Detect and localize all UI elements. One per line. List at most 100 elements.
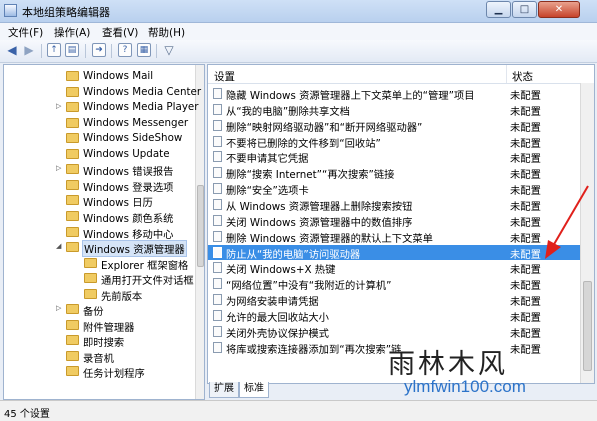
tree-item[interactable]: Windows 登录选项: [4, 178, 194, 194]
up-folder-icon[interactable]: ↑: [47, 43, 61, 57]
policy-row[interactable]: 隐藏 Windows 资源管理器上下文菜单上的“管理”项目 未配置: [208, 86, 580, 102]
back-arrow-icon[interactable]: ◀: [5, 43, 19, 58]
policy-setting-icon: [213, 246, 222, 258]
policy-tree-pane[interactable]: Windows Mail Windows Media Center ▷ Windows…: [3, 64, 205, 400]
tree-item[interactable]: Windows Messenger: [4, 116, 194, 132]
policy-name: 不要将已删除的文件移到“回收站”: [226, 137, 381, 150]
policy-settings-pane[interactable]: 设置 状态 隐藏 Windows 资源管理器上下文菜单上的“管理”项目 未配置 从“…: [207, 64, 595, 384]
policy-setting-icon: [213, 198, 222, 210]
folder-icon: [84, 257, 97, 268]
policy-name: 允许的最大回收站大小: [226, 311, 329, 324]
settings-scrollbar-thumb[interactable]: [583, 281, 592, 371]
tree-item[interactable]: 先前版本: [4, 287, 194, 303]
policy-row[interactable]: 关闭外壳协议保护模式 未配置: [208, 324, 580, 340]
tree-item[interactable]: 通用打开文件对话框: [4, 271, 194, 287]
policy-state: 未配置: [510, 153, 541, 166]
help-icon[interactable]: ?: [118, 43, 132, 57]
column-divider[interactable]: [506, 65, 507, 83]
policy-row[interactable]: 不要将已删除的文件移到“回收站” 未配置: [208, 134, 580, 150]
tree-item[interactable]: 任务计划程序: [4, 364, 194, 380]
menu-help[interactable]: 帮助(H): [148, 25, 185, 40]
menu-file[interactable]: 文件(F): [8, 25, 43, 40]
column-header-setting[interactable]: 设置: [214, 69, 235, 84]
policy-name: 隐藏 Windows 资源管理器上下文菜单上的“管理”项目: [226, 90, 475, 102]
policy-row[interactable]: 删除“安全”选项卡 未配置: [208, 181, 580, 197]
tree-item[interactable]: Windows 移动中心: [4, 225, 194, 241]
tree-item-label: 先前版本: [101, 290, 143, 303]
tree-item[interactable]: ▷ 备份: [4, 302, 194, 318]
policy-name: 不要申请其它凭据: [226, 153, 309, 166]
tree-scrollbar-thumb[interactable]: [197, 185, 204, 267]
tab-expand[interactable]: 扩展: [209, 382, 239, 398]
policy-state: 未配置: [510, 280, 541, 293]
policy-row[interactable]: “网络位置”中没有“我附近的计算机” 未配置: [208, 276, 580, 292]
policy-name: 关闭 Windows+X 热键: [226, 264, 336, 277]
tree-item-label: 备份: [83, 306, 104, 319]
tree-item[interactable]: Windows 日历: [4, 193, 194, 209]
tree-item[interactable]: 附件管理器: [4, 318, 194, 334]
policy-row[interactable]: 允许的最大回收站大小 未配置: [208, 308, 580, 324]
policy-name: 从“我的电脑”删除共享文档: [226, 105, 350, 118]
tree-item[interactable]: Windows Media Center: [4, 85, 201, 101]
policy-setting-icon: [213, 294, 222, 306]
close-button[interactable]: ✕: [538, 1, 580, 18]
menu-action[interactable]: 操作(A): [54, 25, 90, 40]
properties-icon[interactable]: ▦: [137, 43, 151, 57]
tree-item[interactable]: Windows 颜色系统: [4, 209, 194, 225]
policy-row[interactable]: 删除“搜索 Internet”“再次搜索”链接 未配置: [208, 165, 580, 181]
policy-setting-icon: [213, 214, 222, 226]
tree-item-label: 录音机: [83, 352, 114, 365]
tree-scrollbar[interactable]: [195, 65, 204, 399]
policy-row[interactable]: 删除“映射网络驱动器”和“断开网络驱动器” 未配置: [208, 118, 580, 134]
tree-expander-icon[interactable]: ▷: [56, 102, 61, 110]
tree-item[interactable]: ▷ Windows 错误报告: [4, 162, 194, 178]
tree-expander-icon[interactable]: ▷: [56, 304, 61, 312]
title-bar[interactable]: 本地组策略编辑器 ▁ □ ✕: [0, 0, 597, 23]
tree-item[interactable]: ▷ Windows Media Player: [4, 100, 198, 116]
policy-row[interactable]: 从 Windows 资源管理器上删除搜索按钮 未配置: [208, 197, 580, 213]
toolbar-separator: [156, 44, 157, 58]
show-hide-tree-icon[interactable]: ▤: [65, 43, 79, 57]
maximize-button[interactable]: □: [512, 1, 537, 18]
tree-item-label: Windows 错误报告: [83, 166, 174, 179]
policy-row[interactable]: 从“我的电脑”删除共享文档 未配置: [208, 102, 580, 118]
tree-item-label: 任务计划程序: [83, 368, 145, 381]
policy-setting-icon: [213, 309, 222, 321]
minimize-button[interactable]: ▁: [486, 1, 511, 18]
tree-item-label: Windows 颜色系统: [83, 212, 174, 225]
policy-state: 未配置: [510, 343, 541, 356]
policy-state: 未配置: [510, 137, 541, 150]
policy-row[interactable]: 关闭 Windows+X 热键 未配置: [208, 260, 580, 276]
policy-row[interactable]: 关闭 Windows 资源管理器中的数值排序 未配置: [208, 213, 580, 229]
menu-view[interactable]: 查看(V): [102, 25, 138, 40]
tree-item[interactable]: Windows Mail: [4, 69, 194, 85]
tree-item[interactable]: Windows SideShow: [4, 131, 194, 147]
folder-icon: [66, 164, 79, 175]
filter-icon[interactable]: ▽: [162, 43, 176, 58]
policy-row[interactable]: 防止从“我的电脑”访问驱动器 未配置: [208, 244, 580, 261]
tree-item[interactable]: Explorer 框架窗格: [4, 256, 194, 272]
export-list-icon[interactable]: ➜: [92, 43, 106, 57]
policy-row[interactable]: 为网络安装申请凭据 未配置: [208, 292, 580, 308]
status-bar: 45 个设置: [0, 400, 597, 421]
tree-item[interactable]: 录音机: [4, 349, 194, 365]
settings-scrollbar[interactable]: [580, 83, 594, 383]
forward-arrow-icon[interactable]: ▶: [22, 43, 36, 58]
tree-expander-icon[interactable]: ◢: [56, 242, 61, 250]
tree-item[interactable]: ◢ Windows 资源管理器: [4, 240, 194, 258]
folder-icon: [66, 350, 79, 361]
tree-expander-icon[interactable]: ▷: [56, 164, 61, 172]
policy-editor-app-icon: [4, 4, 17, 17]
tree-item[interactable]: 即时搜索: [4, 333, 194, 349]
column-header-state[interactable]: 状态: [512, 69, 533, 84]
policy-setting-icon: [213, 88, 222, 99]
folder-icon: [66, 226, 79, 237]
tab-standard[interactable]: 标准: [239, 382, 269, 398]
policy-state: 未配置: [510, 264, 541, 277]
policy-row[interactable]: 删除 Windows 资源管理器的默认上下文菜单 未配置: [208, 229, 580, 245]
tree-item[interactable]: Windows Update: [4, 147, 194, 163]
folder-icon: [66, 133, 79, 144]
policy-row[interactable]: 不要申请其它凭据 未配置: [208, 149, 580, 165]
folder-icon: [66, 71, 79, 81]
policy-name: 从 Windows 资源管理器上删除搜索按钮: [226, 200, 413, 213]
